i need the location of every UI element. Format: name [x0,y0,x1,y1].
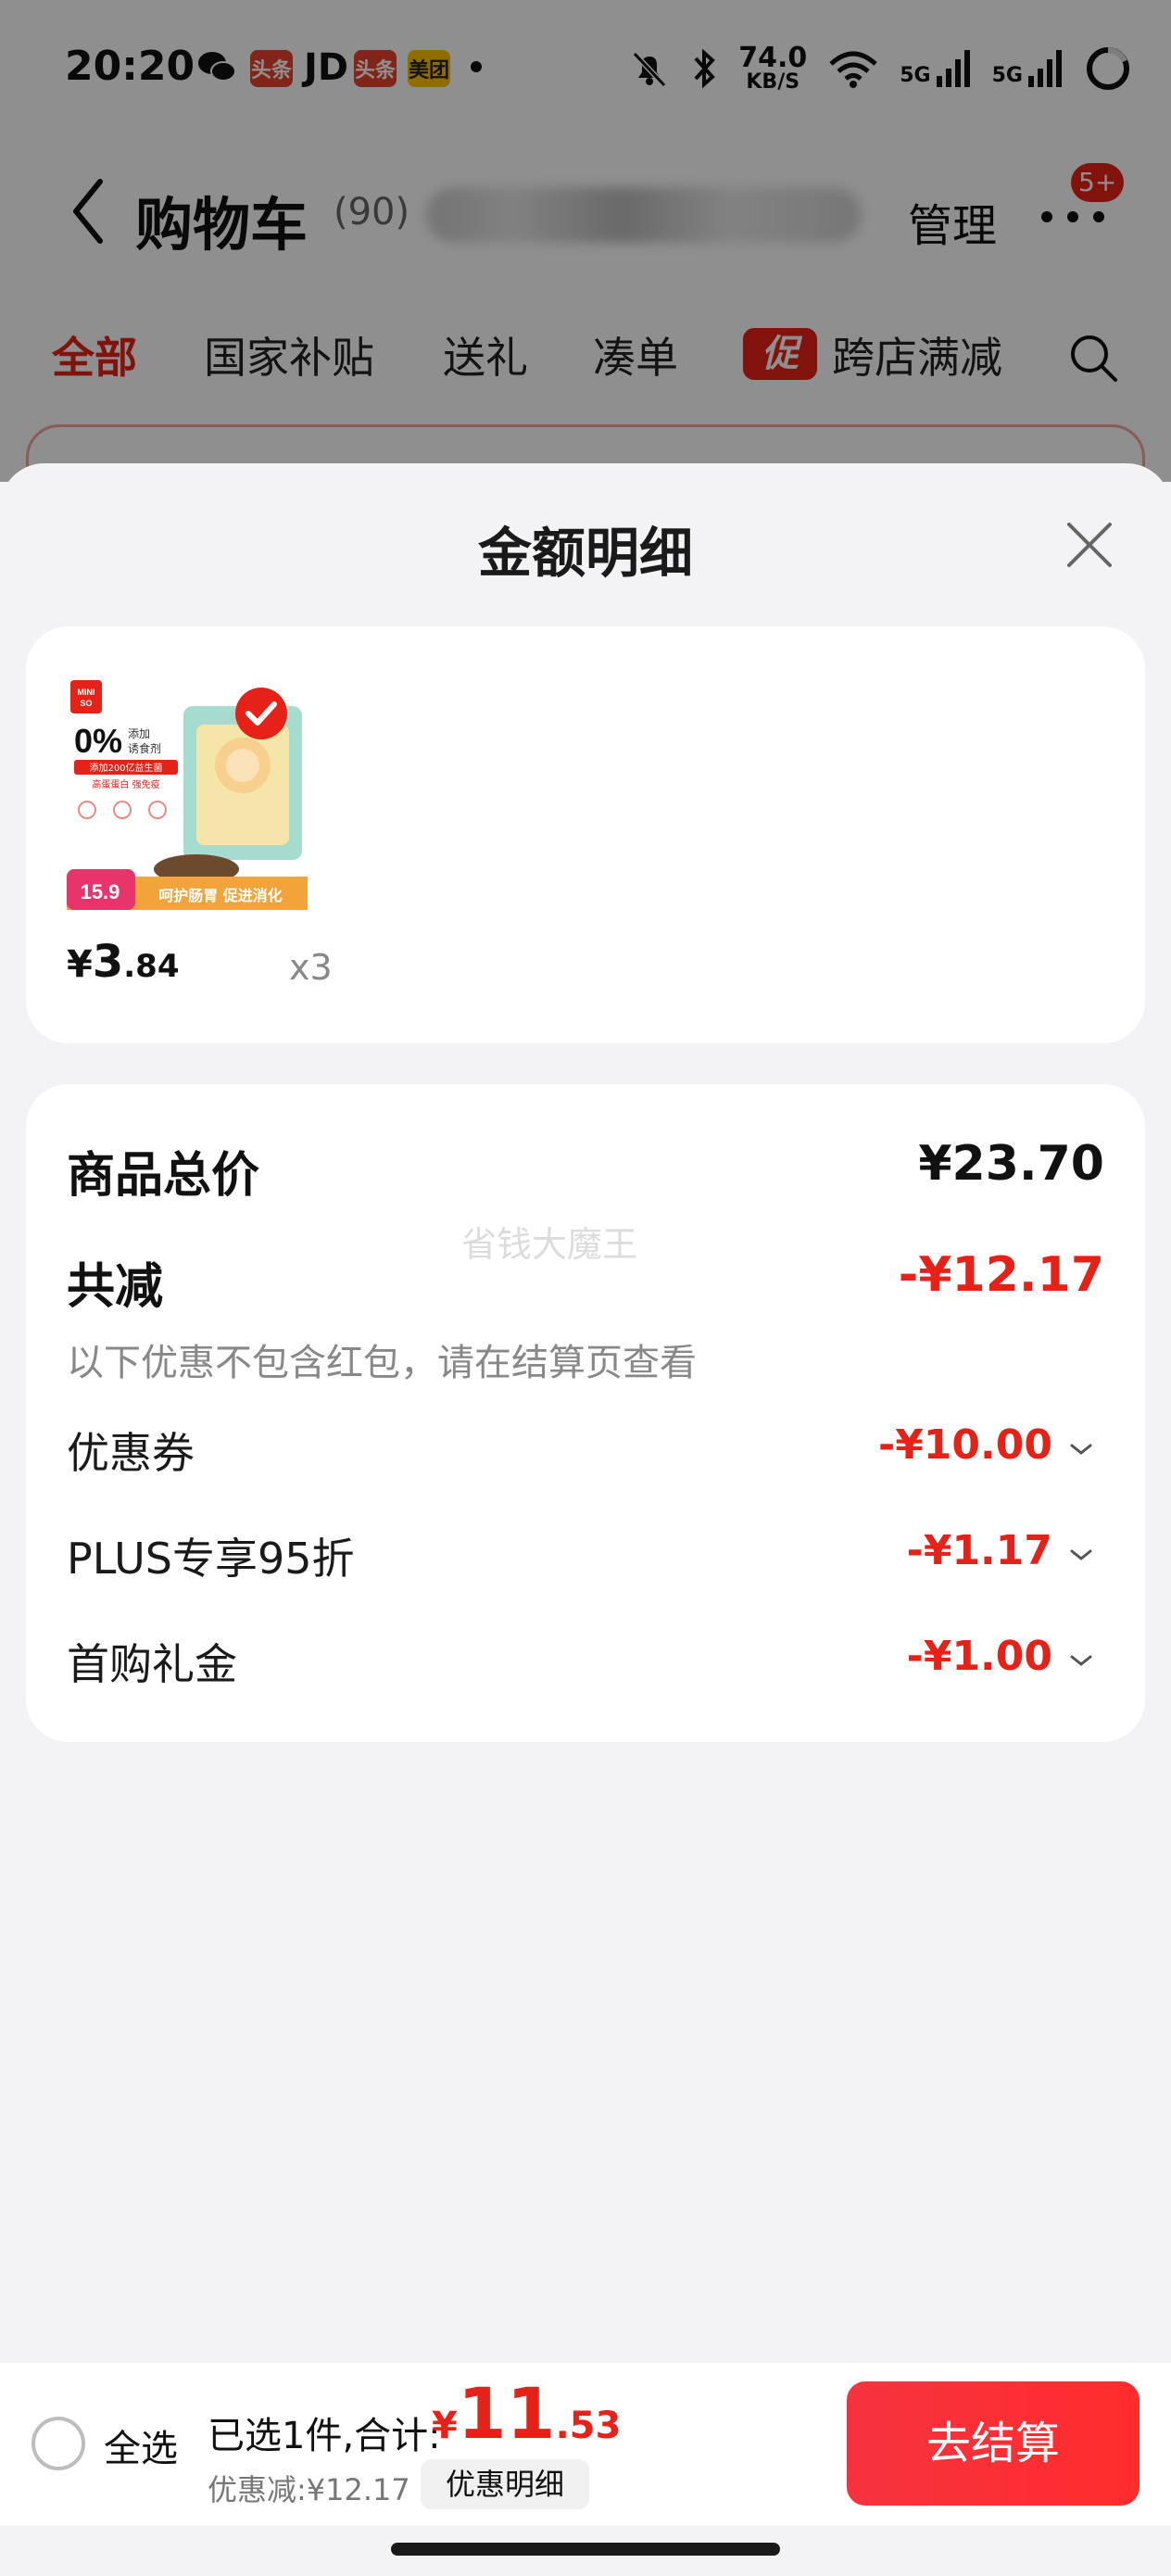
discount-note: 以下优惠不包含红包，请在结算页查看 [67,1342,697,1384]
discount-summary: 优惠减:¥12.17 [208,2472,410,2507]
product-image[interactable]: MINI SO 0% 添加 诱食剂 添加200亿益生菌 高蛋蛋白 强免疫 15.… [67,673,308,910]
first-purchase-gift-label: 首购礼金 [67,1639,237,1689]
product-image-headline: 0% [74,722,122,760]
svg-text:SO: SO [80,699,92,708]
watermark: 省钱大魔王 [461,1224,638,1265]
amount-detail-sheet: 金额明细 MINI SO 0% 添加 诱食剂 添加200亿益生菌 高蛋蛋白 强免… [0,463,1171,2372]
svg-text:MINI: MINI [78,688,95,697]
coupon-value: -¥10.00 [877,1421,1052,1469]
sheet-title: 金额明细 [477,522,693,585]
checkout-bar: 全选 已选1件,合计: ¥11.53 优惠减:¥12.17 优惠明细 去结算 [0,2363,1171,2526]
select-all-label[interactable]: 全选 [104,2418,178,2472]
product-card: MINI SO 0% 添加 诱食剂 添加200亿益生菌 高蛋蛋白 强免疫 15.… [26,626,1145,1043]
home-indicator[interactable] [391,2543,780,2556]
chevron-down-icon[interactable] [1067,1546,1095,1564]
chevron-down-icon[interactable] [1067,1651,1095,1670]
total-price-value: ¥23.70 [918,1136,1104,1192]
product-image-banner: 呵护肠胃 促进消化 [158,887,283,904]
dim-overlay[interactable] [0,0,1171,482]
product-unit-price: ¥3.84 [67,936,180,988]
product-image-price-tag: 15.9 [81,880,120,903]
first-purchase-gift-value: -¥1.00 [906,1633,1052,1680]
total-price-label: 商品总价 [67,1148,260,1204]
plus-discount-value: -¥1.17 [906,1527,1052,1574]
svg-text:诱食剂: 诱食剂 [128,741,161,755]
total-discount-label: 共减 [67,1259,164,1315]
price-summary-card: 商品总价 ¥23.70 省钱大魔王 共减 -¥12.17 以下优惠不包含红包，请… [26,1084,1145,1742]
close-icon[interactable] [1062,517,1117,573]
svg-text:添加: 添加 [128,727,150,740]
discount-detail-button[interactable]: 优惠明细 [421,2459,589,2509]
selected-count-label: 已选1件,合计: [208,2415,441,2457]
total-discount-value: -¥12.17 [898,1247,1104,1303]
plus-discount-label: PLUS专享95折 [67,1534,355,1584]
product-quantity: x3 [289,947,333,988]
chevron-down-icon[interactable] [1067,1440,1095,1458]
total-amount: ¥11.53 [432,2372,622,2455]
coupon-label: 优惠券 [67,1428,195,1478]
checkout-button[interactable]: 去结算 [847,2381,1140,2506]
product-image-sub: 高蛋蛋白 强免疫 [92,778,159,790]
product-image-tagline: 添加200亿益生菌 [89,762,162,774]
select-all-checkbox[interactable] [31,2417,85,2470]
